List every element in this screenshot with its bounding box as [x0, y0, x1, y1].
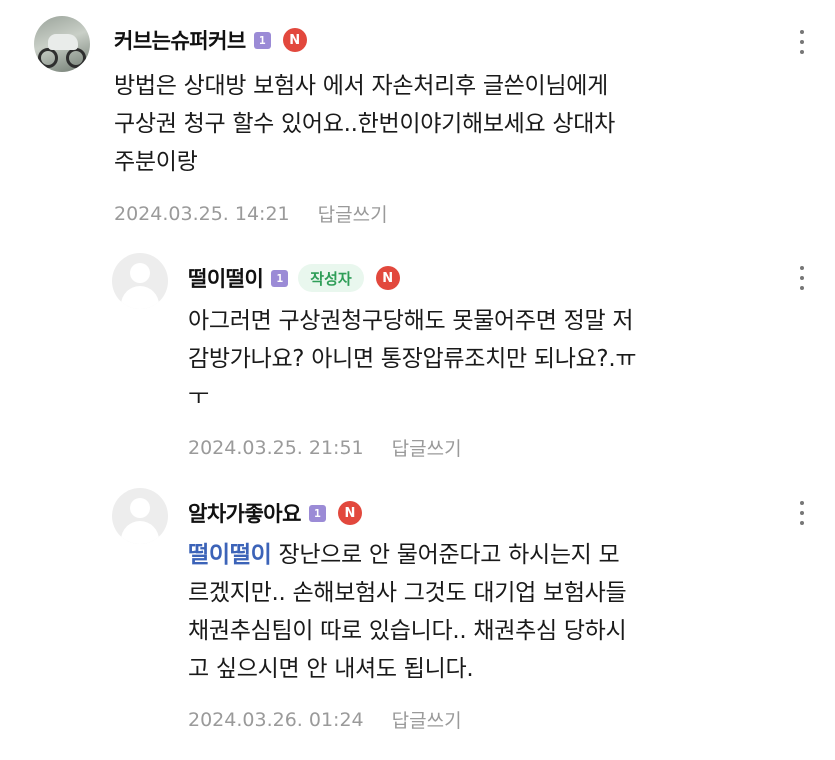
default-avatar-body-shape [121, 521, 159, 544]
comment-line: 르겠지만.. 손해보험사 그것도 대기업 보험사들 [188, 580, 627, 606]
nickname[interactable]: 떨이떨이 [188, 263, 264, 293]
more-vertical-icon[interactable] [799, 266, 805, 290]
n-badge: N [337, 501, 362, 525]
timestamp: 2024.03.25. 21:51 [188, 436, 364, 459]
comment-header: 떨이떨이 1 작성자 N [188, 262, 400, 294]
comment-header: 알차가좋아요 1 N [188, 497, 362, 529]
level-badge: 1 [253, 31, 271, 49]
avatar[interactable] [112, 253, 168, 309]
level-badge: 1 [271, 269, 289, 287]
n-badge: N [282, 28, 307, 52]
default-avatar-head-shape [130, 263, 150, 283]
level-badge: 1 [308, 504, 326, 522]
timestamp: 2024.03.25. 14:21 [114, 202, 290, 225]
comment-text: 떨이떨이 장난으로 안 물어준다고 하시는지 모 르겠지만.. 손해보험사 그것… [188, 536, 627, 688]
default-avatar-head-shape [130, 498, 150, 518]
nickname[interactable]: 커브는슈퍼커브 [114, 25, 246, 55]
comment-text: 아그러면 구상권청구당해도 못물어주면 정말 저 감방가나요? 아니면 통장압류… [188, 302, 637, 416]
comment-meta: 2024.03.25. 21:51 답글쓰기 [188, 434, 462, 461]
reply-button[interactable]: 답글쓰기 [318, 200, 388, 227]
more-vertical-icon[interactable] [799, 501, 805, 525]
scooter-body-shape [48, 34, 78, 50]
scooter-wheel-shape [38, 48, 58, 68]
avatar[interactable] [112, 488, 168, 544]
default-avatar-body-shape [121, 286, 159, 309]
comment-line: ㅜ [188, 384, 209, 410]
comment-line: 구상권 청구 할수 있어요..한번이야기해보세요 상대차 [114, 111, 615, 137]
comment-line-rest: 장난으로 안 물어준다고 하시는지 모 [271, 542, 620, 568]
comment-line: 방법은 상대방 보험사 에서 자손처리후 글쓴이님에게 [114, 73, 608, 99]
comment-header: 커브는슈퍼커브 1 N [114, 24, 307, 56]
comment-line: 채권추심팀이 따로 있습니다.. 채권추심 당하시 [188, 618, 627, 644]
avatar[interactable] [34, 16, 90, 72]
n-badge: N [375, 266, 400, 290]
comment-line: 주분이랑 [114, 149, 198, 175]
comment-line: 떨이떨이 장난으로 안 물어준다고 하시는지 모 [188, 536, 626, 574]
comment-line: 고 싶으시면 안 내셔도 됩니다. [188, 656, 474, 682]
scooter-wheel-shape [66, 48, 86, 68]
comment-line: 아그러면 구상권청구당해도 못물어주면 정말 저 [188, 308, 634, 334]
more-vertical-icon[interactable] [799, 30, 805, 54]
comment-meta: 2024.03.26. 01:24 답글쓰기 [188, 706, 462, 733]
author-badge: 작성자 [298, 264, 364, 292]
reply-button[interactable]: 답글쓰기 [392, 434, 462, 461]
comment-text: 방법은 상대방 보험사 에서 자손처리후 글쓴이님에게 구상권 청구 할수 있어… [114, 67, 615, 181]
timestamp: 2024.03.26. 01:24 [188, 708, 364, 731]
reply-button[interactable]: 답글쓰기 [392, 706, 462, 733]
mention-link[interactable]: 떨이떨이 [188, 542, 272, 568]
comment-line: 감방가나요? 아니면 통장압류조치만 되나요?.ㅠ [188, 346, 637, 372]
comment-meta: 2024.03.25. 14:21 답글쓰기 [114, 200, 388, 227]
nickname[interactable]: 알차가좋아요 [188, 498, 301, 528]
